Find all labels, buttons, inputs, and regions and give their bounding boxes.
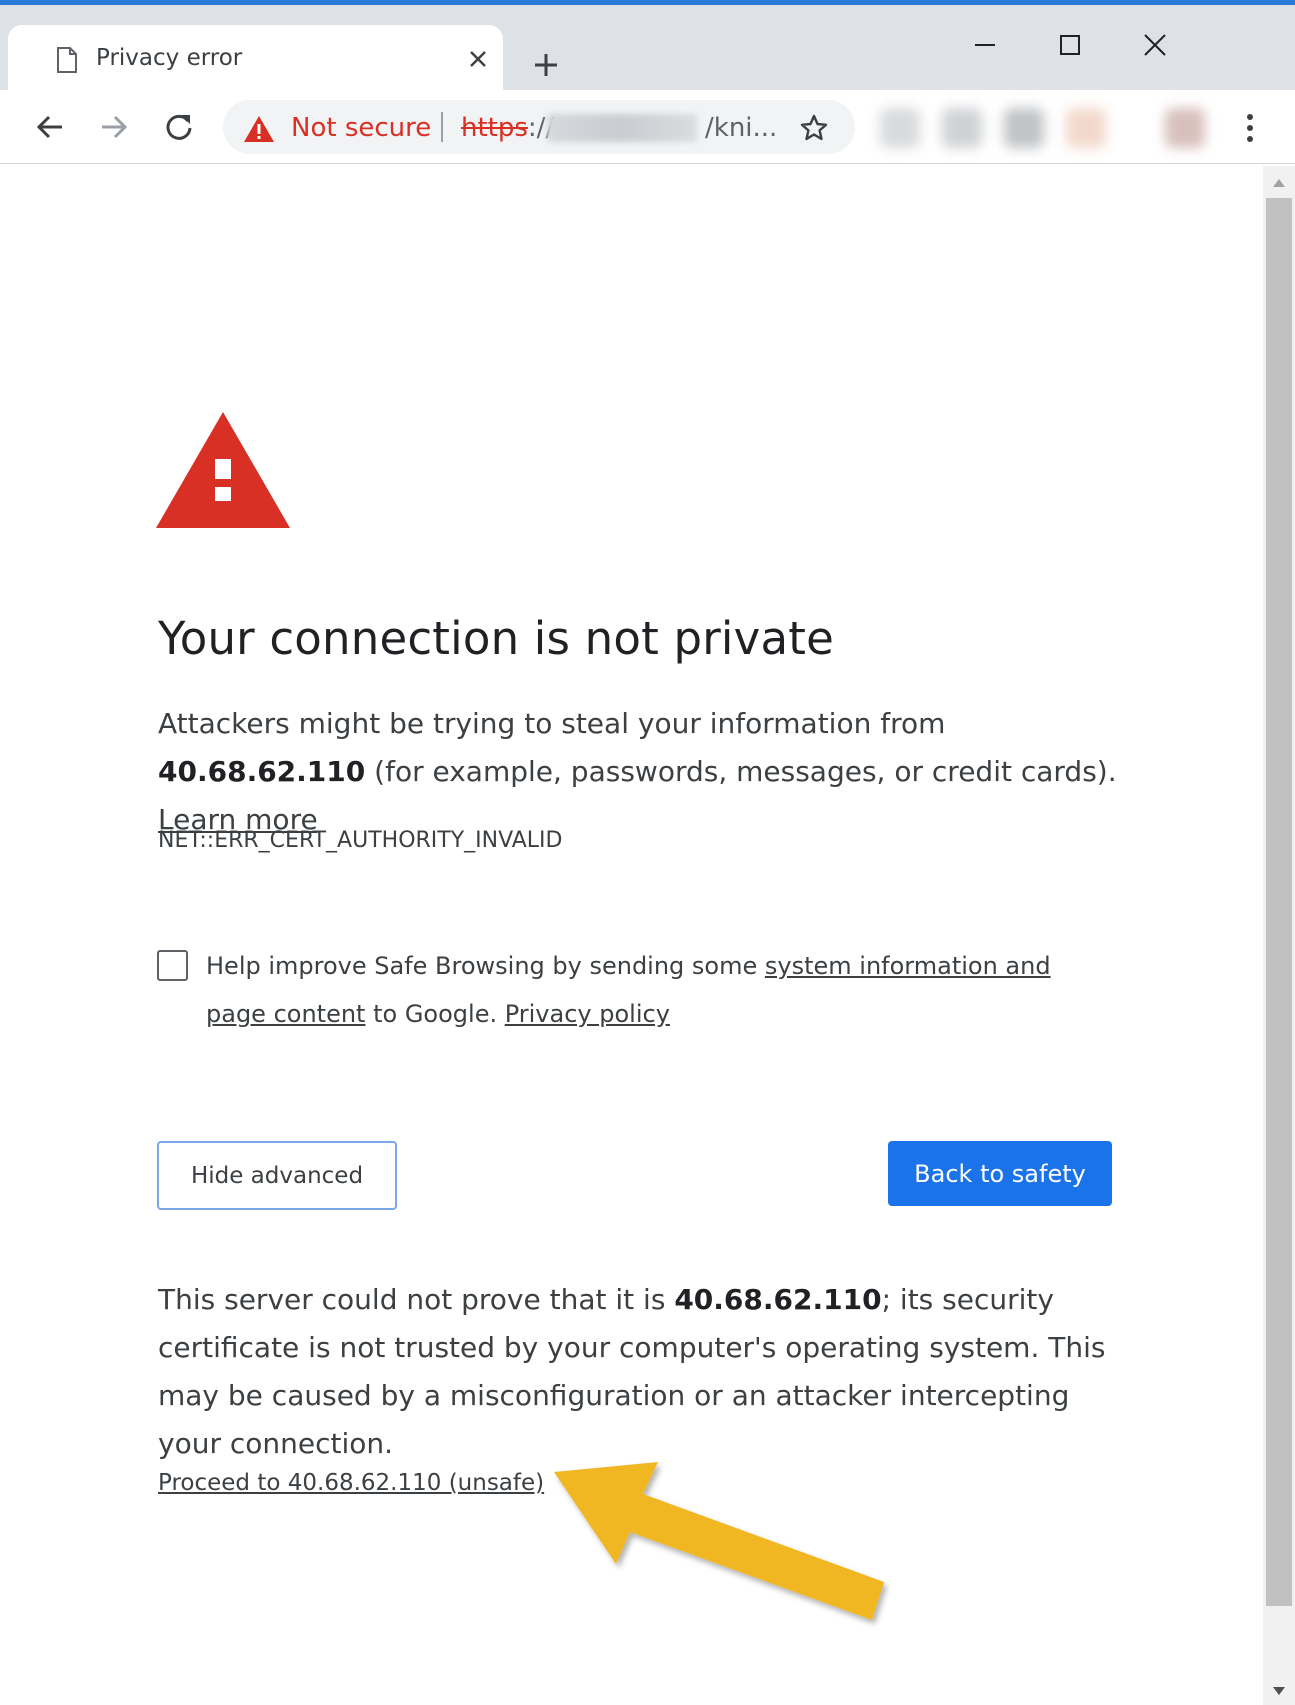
divider	[441, 112, 443, 142]
extension-icon[interactable]	[1066, 108, 1106, 148]
maximize-icon	[1060, 35, 1080, 55]
extension-icon[interactable]	[942, 108, 982, 148]
minimize-button[interactable]	[955, 20, 1015, 70]
safe-browsing-checkbox[interactable]	[157, 950, 188, 981]
minimize-icon	[975, 44, 995, 46]
close-icon	[470, 51, 486, 67]
page-title: Your connection is not private	[158, 612, 834, 665]
browser-toolbar: Not secure https:// /kni...	[0, 90, 1295, 164]
safe-browsing-label: to Google.	[365, 1000, 505, 1028]
bookmark-button[interactable]	[796, 110, 832, 146]
advanced-details-paragraph: This server could not prove that it is 4…	[158, 1276, 1138, 1468]
intro-paragraph: Attackers might be trying to steal your …	[158, 700, 1118, 844]
host-address: 40.68.62.110	[674, 1283, 882, 1316]
arrow-left-icon	[36, 115, 62, 139]
maximize-button[interactable]	[1040, 20, 1100, 70]
extension-icon[interactable]	[880, 108, 920, 148]
scroll-down-button[interactable]	[1263, 1680, 1295, 1702]
profile-avatar[interactable]	[1165, 108, 1205, 148]
triangle-down-icon	[1273, 1687, 1285, 1695]
triangle-up-icon	[1273, 179, 1285, 187]
url-path: /kni...	[705, 113, 778, 143]
url-text: https://	[461, 113, 554, 143]
extension-icon[interactable]	[1004, 108, 1044, 148]
details-text: This server could not prove that it is	[158, 1283, 675, 1316]
host-address: 40.68.62.110	[158, 755, 366, 788]
new-tab-button[interactable]	[522, 41, 570, 89]
forward-button[interactable]	[91, 104, 137, 150]
redacted-hostname	[547, 114, 697, 142]
tab-close-button[interactable]	[458, 39, 498, 79]
intro-text: (for example, passwords, messages, or cr…	[365, 755, 1117, 788]
warning-triangle-icon	[156, 412, 290, 528]
close-window-button[interactable]	[1125, 20, 1185, 70]
proceed-unsafe-link[interactable]: Proceed to 40.68.62.110 (unsafe)	[158, 1470, 544, 1496]
reload-icon	[166, 114, 192, 140]
star-icon	[800, 114, 828, 141]
security-indicator[interactable]: Not secure	[291, 113, 431, 143]
tab-title: Privacy error	[96, 45, 243, 71]
scrollbar-thumb[interactable]	[1266, 198, 1292, 1606]
arrow-right-icon	[102, 115, 128, 139]
annotation-arrow-icon	[554, 1462, 884, 1620]
hide-advanced-button[interactable]: Hide advanced	[157, 1141, 397, 1210]
browser-menu-button[interactable]	[1230, 106, 1270, 150]
safe-browsing-label: Help improve Safe Browsing by sending so…	[206, 952, 765, 980]
tab-privacy-error[interactable]: Privacy error	[8, 25, 503, 95]
reload-button[interactable]	[156, 104, 202, 150]
more-vert-icon	[1247, 114, 1253, 142]
url-scheme: https	[461, 113, 528, 143]
safe-browsing-text: Help improve Safe Browsing by sending so…	[206, 942, 1106, 1038]
privacy-policy-link[interactable]: Privacy policy	[505, 1000, 670, 1028]
plus-icon	[535, 54, 557, 76]
error-code: NET::ERR_CERT_AUTHORITY_INVALID	[158, 828, 563, 853]
title-bar: Privacy error	[0, 5, 1295, 95]
scroll-up-button[interactable]	[1263, 172, 1295, 194]
back-to-safety-button[interactable]: Back to safety	[888, 1141, 1112, 1206]
intro-text: Attackers might be trying to steal your …	[158, 707, 946, 740]
back-button[interactable]	[27, 104, 73, 150]
close-icon	[1144, 34, 1166, 56]
document-icon	[57, 47, 77, 73]
warning-triangle-icon	[244, 116, 274, 142]
address-bar[interactable]: Not secure https:// /kni...	[223, 100, 855, 154]
